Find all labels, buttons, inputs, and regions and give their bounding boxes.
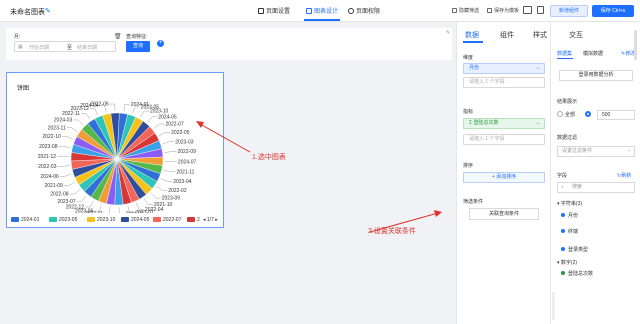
active-subtab-indicator — [557, 58, 573, 59]
metric-label: 指标 — [463, 109, 474, 115]
radio-icon[interactable] — [557, 111, 563, 117]
radio-selected-icon[interactable] — [585, 111, 591, 117]
dimension-dot-icon — [561, 229, 565, 233]
chevron-down-icon: ⌄ — [535, 65, 540, 71]
tree-group-number[interactable]: ▾ 数字(2) — [557, 259, 577, 266]
chevron-down-icon: ⌄ — [535, 120, 540, 126]
result-count-input[interactable]: 500 — [597, 110, 635, 120]
arrow-head — [434, 210, 442, 217]
field-list-scrollbar[interactable] — [552, 292, 555, 320]
tab-style[interactable]: 样式 — [533, 30, 547, 40]
arrow-head — [196, 121, 204, 128]
dataset-name-button[interactable]: 登录用数据分析 — [559, 70, 633, 81]
tree-field-terminal[interactable]: 终端 — [561, 228, 578, 235]
metric-drop-zone[interactable]: 请拖入 1 个字段 — [463, 134, 545, 145]
annotation-select-chart: 1.选中图表 — [252, 154, 286, 161]
dimension-dot-icon — [561, 247, 565, 251]
result-display-label: 结果展示 — [557, 99, 578, 105]
metric-dot-icon — [561, 271, 565, 275]
dimension-dot-icon — [561, 213, 565, 217]
data-config-panel: 数据 组件 样式 维度 月份 ⌄ 请拖入 1 个字段 指标 Σ 登陆总次数 ⌄ 请拖… — [456, 22, 550, 324]
assoc-query-condition-button[interactable]: 关联查询条件 — [469, 208, 539, 220]
metric-field[interactable]: Σ 登陆总次数 ⌄ — [463, 118, 545, 129]
sort-label: 排序 — [463, 163, 474, 169]
tree-field-login-count[interactable]: 登陆总次数 — [561, 270, 593, 277]
dimension-drop-zone[interactable]: 请拖入 1 个字段 — [463, 77, 545, 88]
field-label: 字段 — [557, 173, 568, 179]
annotation-set-condition: 2.设置关联条件 — [368, 228, 416, 235]
data-filter-input[interactable]: 设置过滤条件 › — [557, 146, 635, 157]
field-search-input[interactable]: ⌕ 搜索 — [557, 182, 635, 193]
filter-condition-label: 筛选条件 — [463, 199, 484, 205]
radio-all[interactable]: 全部 — [557, 111, 575, 118]
tree-field-month[interactable]: 月份 — [561, 212, 578, 219]
tree-field-login-type[interactable]: 登录类型 — [561, 246, 588, 253]
add-sort-button[interactable]: + 添加排序 — [463, 172, 545, 183]
active-tab-indicator — [463, 41, 483, 43]
tab-component[interactable]: 组件 — [500, 30, 514, 40]
refresh-button[interactable]: ↻刷新 — [617, 172, 631, 179]
tab-data[interactable]: 数据 — [465, 30, 479, 40]
subtab-mock-data[interactable]: 模拟数据 — [583, 50, 603, 57]
search-icon: ⌕ — [561, 184, 564, 190]
interaction-panel: 交互 数据集 模拟数据 ✎修改 登录用数据分析 结果展示 全部 500 数据过滤… — [550, 22, 640, 324]
chevron-right-icon: › — [628, 148, 630, 154]
arrow-line — [199, 123, 251, 153]
data-filter-label: 数据过滤 — [557, 135, 578, 141]
radio-count[interactable] — [585, 111, 593, 118]
tree-group-string[interactable]: ▾ 字符串(3) — [557, 200, 582, 207]
dimension-field[interactable]: 月份 ⌄ — [463, 63, 545, 74]
dimension-label: 维度 — [463, 55, 474, 61]
panel-scrollbar[interactable] — [634, 30, 637, 60]
tab-interaction[interactable]: 交互 — [569, 30, 583, 40]
subtab-dataset[interactable]: 数据集 — [557, 50, 572, 57]
